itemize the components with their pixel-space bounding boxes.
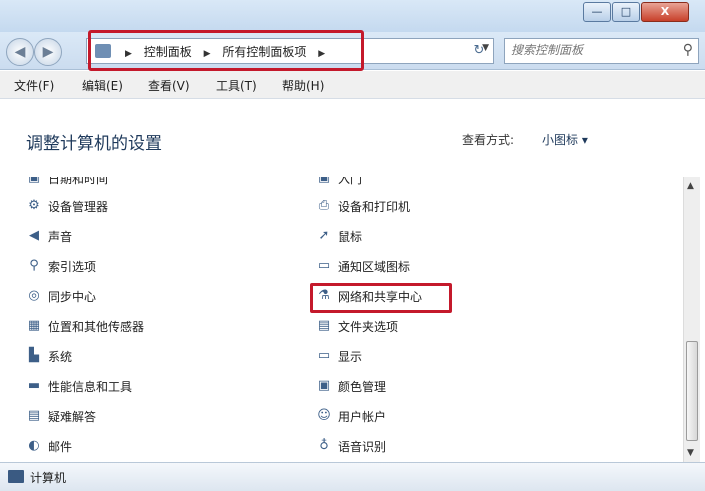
address-bar[interactable]: ▶ 控制面板 ▶ 所有控制面板项 ▶ ▼ [86,38,494,64]
item-label: 声音 [48,230,73,244]
item-label: 语音识别 [338,440,387,454]
network-icon: ⚗ [318,288,330,303]
breadcrumb: ▶ 控制面板 ▶ 所有控制面板项 ▶ [117,43,333,60]
performance-icon: ▬ [27,378,41,393]
item-label: 邮件 [48,440,73,454]
mail-icon: ◐ [28,438,40,453]
item-label: 系统 [48,350,73,364]
item-label: 同步中心 [48,290,97,304]
clock-icon: ▣ [27,177,41,185]
notification-icon: ▭ [317,258,331,273]
microphone-icon: ♁ [319,438,329,453]
color-management-icon: ▣ [317,378,331,393]
refresh-button[interactable]: ↻ [466,40,492,62]
menu-file[interactable]: 文件(F) [14,77,54,94]
item-label: 日期和时间 [48,177,109,186]
status-bar: 计算机 [0,462,705,491]
page-title: 调整计算机的设置 [26,134,162,154]
speaker-icon: ◀ [29,228,39,243]
item-label: 性能信息和工具 [48,380,133,394]
forward-button[interactable]: ▶ [34,38,62,66]
breadcrumb-separator-icon[interactable]: ▶ [125,49,132,59]
menu-help[interactable]: 帮助(H) [282,77,324,94]
display-icon: ▭ [317,348,331,363]
scroll-up-icon[interactable]: ▲ [687,181,694,191]
control-panel-icon [95,44,111,58]
troubleshoot-icon: ▤ [27,408,41,423]
control-panel-items: ▣ 日期和时间 ⚙ 设备管理器 ◀ 声音 ⚲ 索引选项 ◎ 同步中心 ▦ 位置和… [0,177,683,462]
breadcrumb-control-panel[interactable]: 控制面板 [144,45,192,59]
navigation-bar: ◀ ▶ ▶ 控制面板 ▶ 所有控制面板项 ▶ ▼ ↻ ⚲ [0,32,705,70]
item-label: 网络和共享中心 [338,290,423,304]
status-text: 计算机 [30,471,67,485]
breadcrumb-separator-icon[interactable]: ▶ [204,49,211,59]
view-by-dropdown[interactable]: 小图标 ▾ [542,131,588,148]
breadcrumb-all-items[interactable]: 所有控制面板项 [222,45,306,59]
scroll-down-icon[interactable]: ▼ [687,448,694,458]
item-label: 通知区域图标 [338,260,411,274]
title-bar: — □ X [0,0,705,32]
system-icon: ▙ [29,348,39,363]
sensor-icon: ▦ [27,318,41,333]
item-label: 鼠标 [338,230,363,244]
close-button[interactable]: X [641,2,689,22]
menu-view[interactable]: 查看(V) [148,77,190,94]
device-manager-icon: ⚙ [28,198,40,213]
sync-icon: ◎ [28,288,40,303]
getting-started-icon: ▣ [317,177,331,185]
menu-tools[interactable]: 工具(T) [216,77,257,94]
breadcrumb-separator-icon[interactable]: ▶ [318,49,325,59]
menu-edit[interactable]: 编辑(E) [82,77,123,94]
back-button[interactable]: ◀ [6,38,34,66]
vertical-scrollbar[interactable]: ▲ ▼ [683,177,700,462]
item-label: 用户帐户 [338,410,387,424]
search-input[interactable] [511,43,671,57]
item-label: 位置和其他传感器 [48,320,145,334]
item-label: 入门 [338,177,363,186]
folder-icon: ▤ [317,318,331,333]
magnifier-icon: ⚲ [29,258,39,273]
menu-bar: 文件(F) 编辑(E) 查看(V) 工具(T) 帮助(H) [0,71,705,99]
computer-icon [8,470,24,483]
item-label: 设备和打印机 [338,200,411,214]
maximize-button[interactable]: □ [612,2,640,22]
minimize-button[interactable]: — [583,2,611,22]
scrollbar-thumb[interactable] [686,341,698,441]
item-label: 显示 [338,350,363,364]
item-label: 颜色管理 [338,380,387,394]
view-by-label: 查看方式: [462,133,515,147]
item-label: 文件夹选项 [338,320,399,334]
item-label: 索引选项 [48,260,97,274]
page-header: 调整计算机的设置 查看方式: 小图标 ▾ [0,99,705,177]
user-accounts-icon: ☺ [317,408,331,423]
search-icon[interactable]: ⚲ [683,42,693,58]
mouse-icon: ➚ [318,228,330,243]
search-box[interactable]: ⚲ [504,38,699,64]
printer-icon: ⎙ [318,198,330,213]
item-label: 设备管理器 [48,200,109,214]
item-label: 疑难解答 [48,410,97,424]
